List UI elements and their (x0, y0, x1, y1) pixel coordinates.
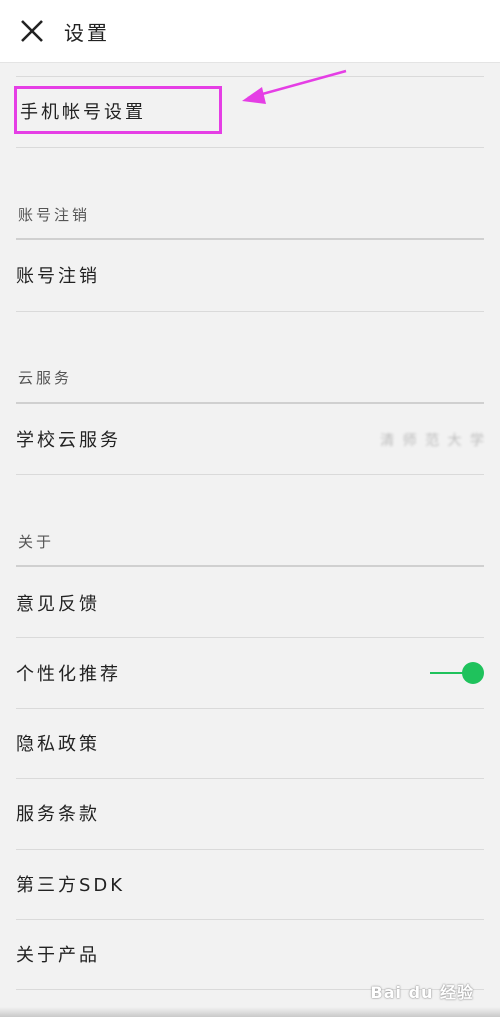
third-party-sdk-label: 第三方SDK (16, 875, 126, 896)
terms-of-service-item[interactable]: 服务条款 (16, 790, 484, 836)
watermark: Bai du 经验 (370, 983, 474, 1002)
school-cloud-value: 清 师 范 大 学 (380, 433, 486, 449)
divider (16, 474, 484, 475)
about-product-item[interactable]: 关于产品 (16, 931, 484, 977)
account-cancel-label: 账号注销 (16, 266, 100, 287)
highlight-box (14, 86, 222, 134)
section-header-about: 关于 (18, 533, 55, 551)
privacy-policy-label: 隐私政策 (16, 734, 100, 755)
feedback-item[interactable]: 意见反馈 (16, 580, 484, 626)
about-product-label: 关于产品 (16, 945, 100, 966)
divider (16, 311, 484, 312)
personalized-recommendation-label: 个性化推荐 (16, 664, 121, 685)
divider (16, 919, 484, 920)
section-header-account-cancel: 账号注销 (18, 206, 91, 224)
privacy-policy-item[interactable]: 隐私政策 (16, 720, 484, 766)
account-cancel-item[interactable]: 账号注销 (16, 252, 484, 298)
close-icon[interactable] (18, 17, 46, 45)
personalized-recommendation-item: 个性化推荐 (16, 650, 484, 696)
divider (16, 778, 484, 779)
toggle-knob (462, 662, 484, 684)
divider (16, 147, 484, 148)
divider (16, 637, 484, 638)
third-party-sdk-item[interactable]: 第三方SDK (16, 861, 484, 907)
personalized-recommendation-toggle[interactable] (430, 661, 484, 685)
section-divider (16, 402, 484, 404)
page-title: 设置 (64, 20, 110, 45)
terms-of-service-label: 服务条款 (16, 804, 100, 825)
section-divider (16, 238, 484, 240)
divider (16, 708, 484, 709)
section-divider (16, 565, 484, 567)
section-header-cloud: 云服务 (18, 369, 73, 387)
feedback-label: 意见反馈 (16, 594, 100, 615)
divider (16, 849, 484, 850)
top-bar: 设置 (0, 0, 500, 63)
pointer-arrow-icon (242, 69, 347, 104)
bottom-fade (0, 1007, 500, 1017)
school-cloud-label: 学校云服务 (16, 430, 121, 451)
